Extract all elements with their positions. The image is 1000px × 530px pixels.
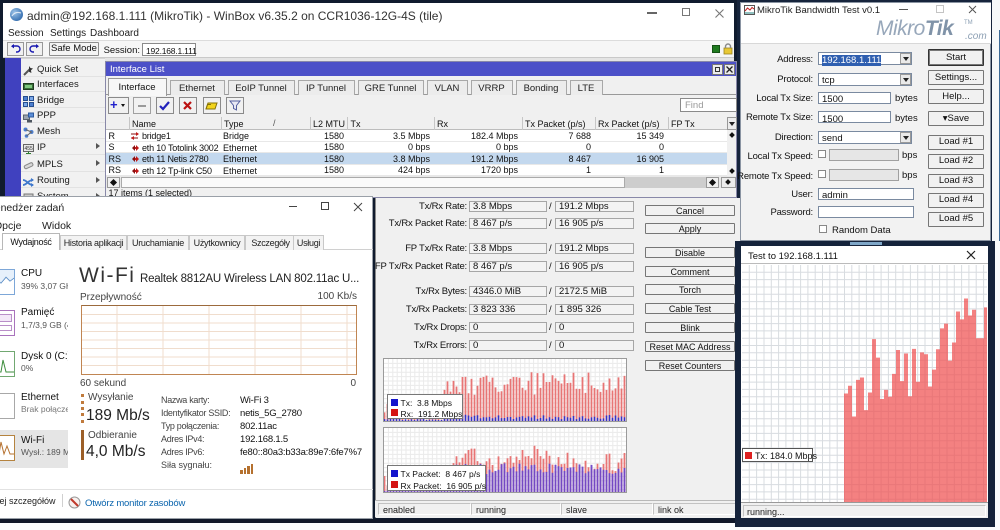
svg-text:455: 455	[25, 146, 34, 152]
